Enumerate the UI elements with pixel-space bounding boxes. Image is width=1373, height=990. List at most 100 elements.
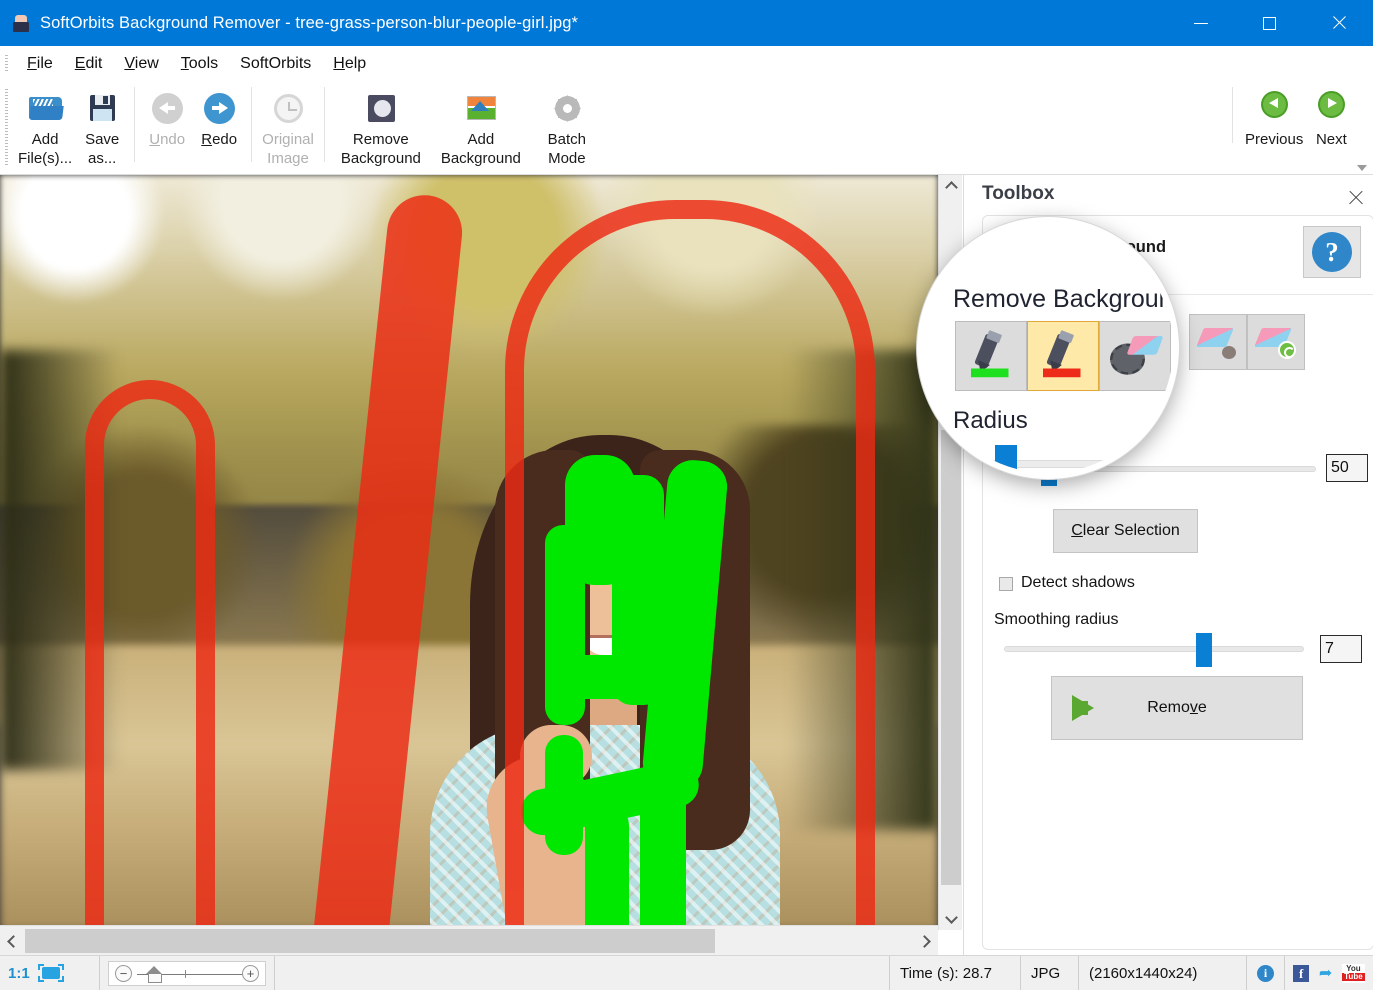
toolbar: Add File(s)... Save as... Undo Redo Orig… [0, 81, 1373, 175]
chevron-down-icon [944, 911, 958, 924]
minimize-button[interactable] [1166, 0, 1235, 46]
add-files-label: Add File(s)... [18, 131, 73, 167]
next-label: Next [1315, 131, 1347, 148]
radius-value-input[interactable]: 50 [1326, 454, 1368, 482]
toolbar-separator [134, 87, 136, 162]
horizontal-scrollbar[interactable] [0, 925, 938, 955]
detect-shadows-checkbox[interactable] [999, 577, 1013, 591]
smoothing-radius-label: Smoothing radius [994, 611, 1119, 628]
restore-button[interactable] [1247, 314, 1305, 370]
clear-selection-label: Clear Selection [1071, 522, 1180, 539]
zoom-slider-thumb[interactable] [146, 965, 162, 983]
menu-label-tools: ools [188, 54, 219, 72]
nav-next-icon [1312, 89, 1350, 127]
twitter-icon[interactable]: ➦ [1316, 965, 1334, 982]
zoom-slider[interactable]: − + [108, 960, 266, 986]
dimensions-status: (2160x1440x24) [1079, 955, 1247, 990]
toolbox-close-button[interactable] [1345, 187, 1367, 209]
clock-history-icon [269, 89, 307, 127]
redo-button[interactable]: Redo [193, 85, 245, 149]
redo-label: Redo [201, 131, 238, 148]
menu-label-file: ile [36, 54, 53, 72]
next-button[interactable]: Next [1307, 85, 1355, 149]
scroll-up-button[interactable] [939, 175, 963, 197]
clear-selection-button[interactable]: Clear Selection [1053, 509, 1198, 553]
toolbar-separator-4 [1232, 87, 1233, 143]
scroll-left-button[interactable] [0, 926, 24, 956]
zoom-in-button[interactable]: + [242, 964, 259, 982]
toolbar-separator-3 [323, 87, 325, 162]
remove-button[interactable]: Remove [1051, 676, 1303, 740]
red-pencil-icon [1038, 329, 1088, 380]
youtube-icon[interactable]: You Tube [1341, 963, 1365, 983]
zoom-ratio-label[interactable]: 1:1 [8, 965, 30, 982]
add-background-button[interactable]: Add Background [431, 85, 531, 168]
remove-background-icon [362, 89, 400, 127]
info-status-cell[interactable]: i [1247, 955, 1285, 990]
undo-button: Undo [141, 85, 193, 149]
close-icon [1331, 15, 1347, 31]
title-bar: SoftOrbits Background Remover - tree-gra… [0, 0, 1373, 46]
scroll-right-button[interactable] [914, 926, 938, 956]
image-canvas[interactable] [0, 175, 938, 930]
zoom-slider-cell: − + [100, 955, 275, 990]
info-icon[interactable]: i [1257, 964, 1274, 982]
menu-item-view[interactable]: View [113, 53, 169, 75]
facebook-icon[interactable]: f [1293, 964, 1310, 982]
horizontal-scroll-thumb[interactable] [25, 929, 715, 953]
arrow-left-circle-icon [148, 89, 186, 127]
window-controls [1166, 0, 1373, 46]
erase-object-button[interactable] [1189, 314, 1247, 370]
magnifier-loupe: Remove Background Radius [917, 217, 1179, 479]
maximize-button[interactable] [1235, 0, 1304, 46]
social-links: f ➦ You Tube [1285, 956, 1373, 990]
magnified-eraser-tool-button[interactable] [1099, 321, 1171, 391]
menu-item-file[interactable]: File [16, 53, 64, 75]
scroll-down-button[interactable] [939, 908, 963, 930]
menu-item-edit[interactable]: Edit [64, 53, 114, 75]
previous-label: Previous [1245, 131, 1304, 148]
batch-mode-button[interactable]: Batch Mode [531, 85, 603, 168]
save-as-button[interactable]: Save as... [76, 85, 128, 168]
remove-background-label: Remove Background [340, 131, 421, 167]
detect-shadows-label: Detect shadows [1021, 574, 1135, 591]
smoothing-radius-slider-thumb[interactable] [1196, 633, 1212, 667]
arrow-right-circle-icon [200, 89, 238, 127]
menu-item-softorbits[interactable]: SoftOrbits [229, 53, 322, 75]
smoothing-radius-value-input[interactable]: 7 [1320, 635, 1362, 663]
green-pencil-icon [966, 329, 1016, 380]
magnifier-radius-label: Radius [953, 407, 1028, 434]
smoothing-radius-slider[interactable] [1004, 646, 1304, 652]
undo-label: Undo [149, 131, 186, 148]
chevron-left-icon [7, 934, 20, 948]
add-files-button[interactable]: Add File(s)... [14, 85, 76, 168]
chevron-up-icon [944, 181, 958, 194]
menu-label-help: elp [344, 54, 367, 72]
zoom-slider-tick [185, 969, 186, 978]
eraser-object-icon [1196, 325, 1238, 359]
close-button[interactable] [1304, 0, 1373, 46]
magnified-mark-background-pencil-button[interactable] [1027, 321, 1099, 391]
chevron-right-icon [918, 934, 931, 948]
toolbar-overflow-icon[interactable] [1357, 165, 1367, 171]
previous-button[interactable]: Previous [1241, 85, 1307, 149]
menu-item-tools[interactable]: Tools [170, 53, 229, 75]
help-icon: ? [1312, 232, 1352, 272]
batch-mode-label: Batch Mode [547, 131, 587, 167]
nav-previous-icon [1255, 89, 1293, 127]
format-status: JPG [1021, 955, 1079, 990]
vertical-scroll-thumb[interactable] [941, 430, 961, 885]
app-logo-icon [12, 14, 30, 32]
add-background-label: Add Background [440, 131, 521, 167]
remove-background-button[interactable]: Remove Background [331, 85, 431, 168]
help-button[interactable]: ? [1303, 226, 1361, 278]
magnifier-title: Remove Background [953, 285, 1179, 313]
menu-label-edit: dit [85, 54, 103, 72]
magnified-mark-foreground-pencil-button[interactable] [955, 321, 1027, 391]
eraser-restore-icon [1254, 325, 1296, 359]
original-image-label: Original Image [262, 131, 314, 167]
menu-item-help[interactable]: Help [322, 53, 377, 75]
fit-to-window-icon[interactable] [37, 964, 64, 982]
zoom-out-button[interactable]: − [115, 964, 132, 982]
magnified-radius-slider[interactable] [953, 460, 1133, 468]
